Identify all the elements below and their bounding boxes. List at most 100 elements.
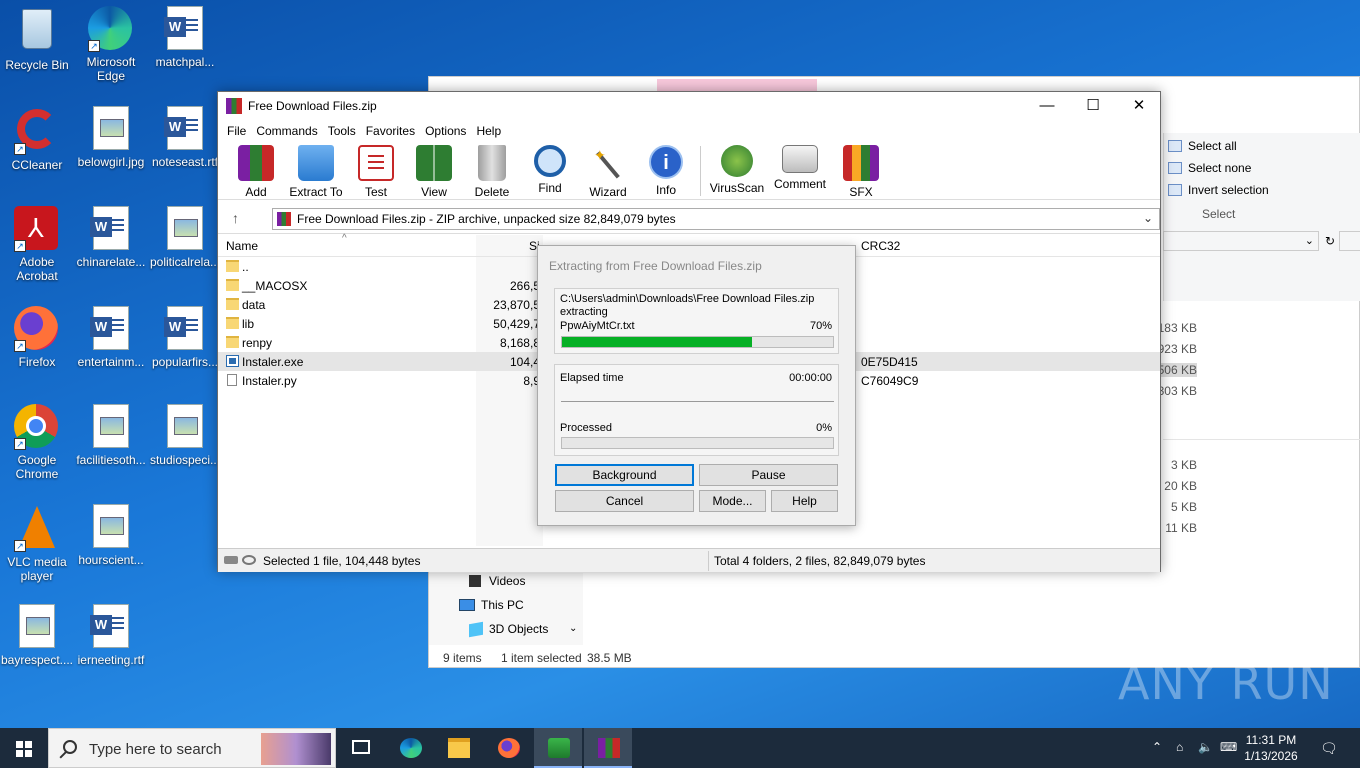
item-size: 23,870,5 [493, 298, 540, 312]
mode-button[interactable]: Mode... [699, 490, 766, 512]
delete-button[interactable]: Delete [464, 142, 520, 199]
test-button[interactable]: Test [348, 142, 404, 199]
item-name: Instaler.py [242, 374, 297, 388]
item-name: lib [242, 317, 255, 331]
chevron-down-icon: ⌄ [1142, 211, 1153, 225]
help-button[interactable]: Help [771, 490, 838, 512]
taskbar-firefox[interactable] [484, 728, 532, 768]
chrome-shortcut[interactable]: ↗ Google Chrome [0, 404, 74, 481]
sfx-button[interactable]: SFX [833, 142, 889, 199]
comment-button[interactable]: Comment [769, 142, 831, 191]
icon-label: noteseast.rtf [151, 155, 219, 169]
menu-options[interactable]: Options [423, 124, 468, 138]
item-size: 8,168,8 [499, 336, 540, 350]
clock-time: 11:31 PM [1245, 733, 1297, 747]
virusscan-button[interactable]: VirusScan [707, 142, 767, 195]
recycle-bin-icon [14, 9, 60, 55]
refresh-icon[interactable]: ↻ [1321, 231, 1339, 251]
add-button[interactable]: Add [228, 142, 284, 199]
acrobat-shortcut[interactable]: ⅄ ↗ Adobe Acrobat [0, 206, 74, 283]
vlc-shortcut[interactable]: ↗ VLC media player [0, 504, 74, 583]
taskbar-network-app[interactable] [534, 728, 582, 768]
firefox-shortcut[interactable]: ↗ Firefox [0, 306, 74, 369]
wizard-button[interactable]: ✦ Wizard [580, 142, 636, 199]
minimize-button[interactable]: — [1024, 92, 1070, 120]
image-file-shortcut[interactable]: bayrespect.... [0, 604, 74, 667]
pause-button[interactable]: Pause [699, 464, 838, 486]
title-bar[interactable]: Free Download Files.zip — ☐ ✕ [218, 92, 1160, 120]
recycle-bin-shortcut[interactable]: Recycle Bin [0, 6, 74, 72]
close-button[interactable]: ✕ [1116, 92, 1162, 120]
word-doc-shortcut[interactable]: W ierneeting.rtf [74, 604, 148, 667]
image-file-shortcut[interactable]: hourscient... [74, 504, 148, 567]
firefox-icon [498, 738, 520, 758]
icon-label: belowgirl.jpg [77, 155, 145, 169]
taskbar-file-explorer[interactable] [434, 728, 482, 768]
volume-icon[interactable]: 🔈 [1198, 740, 1213, 754]
image-file-shortcut[interactable]: facilitiesoth... [74, 404, 148, 467]
show-hidden-icons-chevron-icon[interactable]: ⌃ [1152, 740, 1162, 754]
scroll-down-icon[interactable]: ⌄ [569, 623, 577, 634]
edge-shortcut[interactable]: ↗ Microsoft Edge [74, 6, 148, 83]
up-arrow-icon[interactable]: ↑ [232, 210, 239, 226]
extract-to-button[interactable]: Extract To [286, 142, 346, 199]
maximize-button[interactable]: ☐ [1070, 92, 1116, 120]
select-none-button[interactable]: Select none [1168, 161, 1251, 175]
nav-item-this-pc[interactable]: This PC [481, 598, 524, 612]
column-name[interactable]: Name [226, 239, 258, 253]
sfx-box-icon [843, 145, 879, 181]
taskbar-winrar[interactable] [584, 728, 632, 768]
key-icon[interactable] [242, 555, 256, 565]
keyboard-icon[interactable]: ⌨ [1220, 740, 1237, 754]
word-doc-shortcut[interactable]: W matchpal... [148, 6, 222, 69]
column-crc32[interactable]: CRC32 [861, 239, 900, 253]
explorer-search-box[interactable] [1339, 231, 1360, 251]
start-button[interactable] [0, 728, 48, 768]
background-button[interactable]: Background [555, 464, 694, 486]
menu-favorites[interactable]: Favorites [364, 124, 417, 138]
image-file-shortcut[interactable]: belowgirl.jpg [74, 106, 148, 169]
image-file-icon [14, 604, 60, 650]
word-doc-shortcut[interactable]: W noteseast.rtf [148, 106, 222, 169]
network-icon[interactable]: ⌂ [1176, 740, 1183, 754]
nav-item-3d-objects[interactable]: 3D Objects [489, 622, 548, 636]
folder-icon [226, 260, 239, 272]
menu-tools[interactable]: Tools [326, 124, 358, 138]
current-file-group: C:\Users\admin\Downloads\Free Download F… [554, 288, 839, 354]
edge-icon [400, 738, 422, 758]
image-file-shortcut[interactable]: politicalrela... [148, 206, 222, 269]
word-doc-shortcut[interactable]: W popularfirs... [148, 306, 222, 369]
taskbar-clock[interactable]: 11:31 PM 1/13/2026 [1238, 732, 1304, 764]
select-all-button[interactable]: Select all [1168, 139, 1237, 153]
image-file-shortcut[interactable]: studiospeci... [148, 404, 222, 467]
nav-item-videos[interactable]: Videos [489, 574, 525, 588]
invert-selection-button[interactable]: Invert selection [1168, 183, 1269, 197]
taskbar-edge[interactable] [386, 728, 434, 768]
vlc-cone-icon: ↗ [14, 506, 60, 552]
cancel-button[interactable]: Cancel [555, 490, 694, 512]
image-file-icon [88, 404, 134, 450]
select-none-icon [1168, 162, 1182, 174]
icon-label: ierneeting.rtf [77, 653, 145, 667]
drive-icon[interactable] [224, 556, 238, 564]
word-doc-shortcut[interactable]: W entertainm... [74, 306, 148, 369]
archive-path-dropdown[interactable]: Free Download Files.zip - ZIP archive, u… [272, 208, 1160, 230]
view-button[interactable]: View [406, 142, 462, 199]
menu-commands[interactable]: Commands [254, 124, 319, 138]
dialog-title[interactable]: Extracting from Free Download Files.zip [538, 246, 855, 282]
ccleaner-shortcut[interactable]: ↗ CCleaner [0, 106, 74, 172]
task-view-button[interactable] [338, 728, 386, 768]
notification-icon[interactable]: 🗨 [1320, 740, 1338, 757]
menu-help[interactable]: Help [474, 124, 503, 138]
menu-file[interactable]: File [225, 124, 248, 138]
find-button[interactable]: Find [522, 142, 578, 195]
info-button[interactable]: i Info [638, 142, 694, 197]
taskbar-search-box[interactable]: Type here to search [48, 728, 336, 768]
icon-label: Recycle Bin [5, 58, 69, 72]
word-doc-shortcut[interactable]: W chinarelate... [74, 206, 148, 269]
archive-path-text: C:\Users\admin\Downloads\Free Download F… [560, 293, 815, 305]
status-divider [708, 551, 709, 571]
explorer-address-dropdown[interactable]: ⌄ [1163, 231, 1319, 251]
item-size: 50,429,7 [493, 317, 540, 331]
icon-label: politicalrela... [149, 255, 221, 269]
